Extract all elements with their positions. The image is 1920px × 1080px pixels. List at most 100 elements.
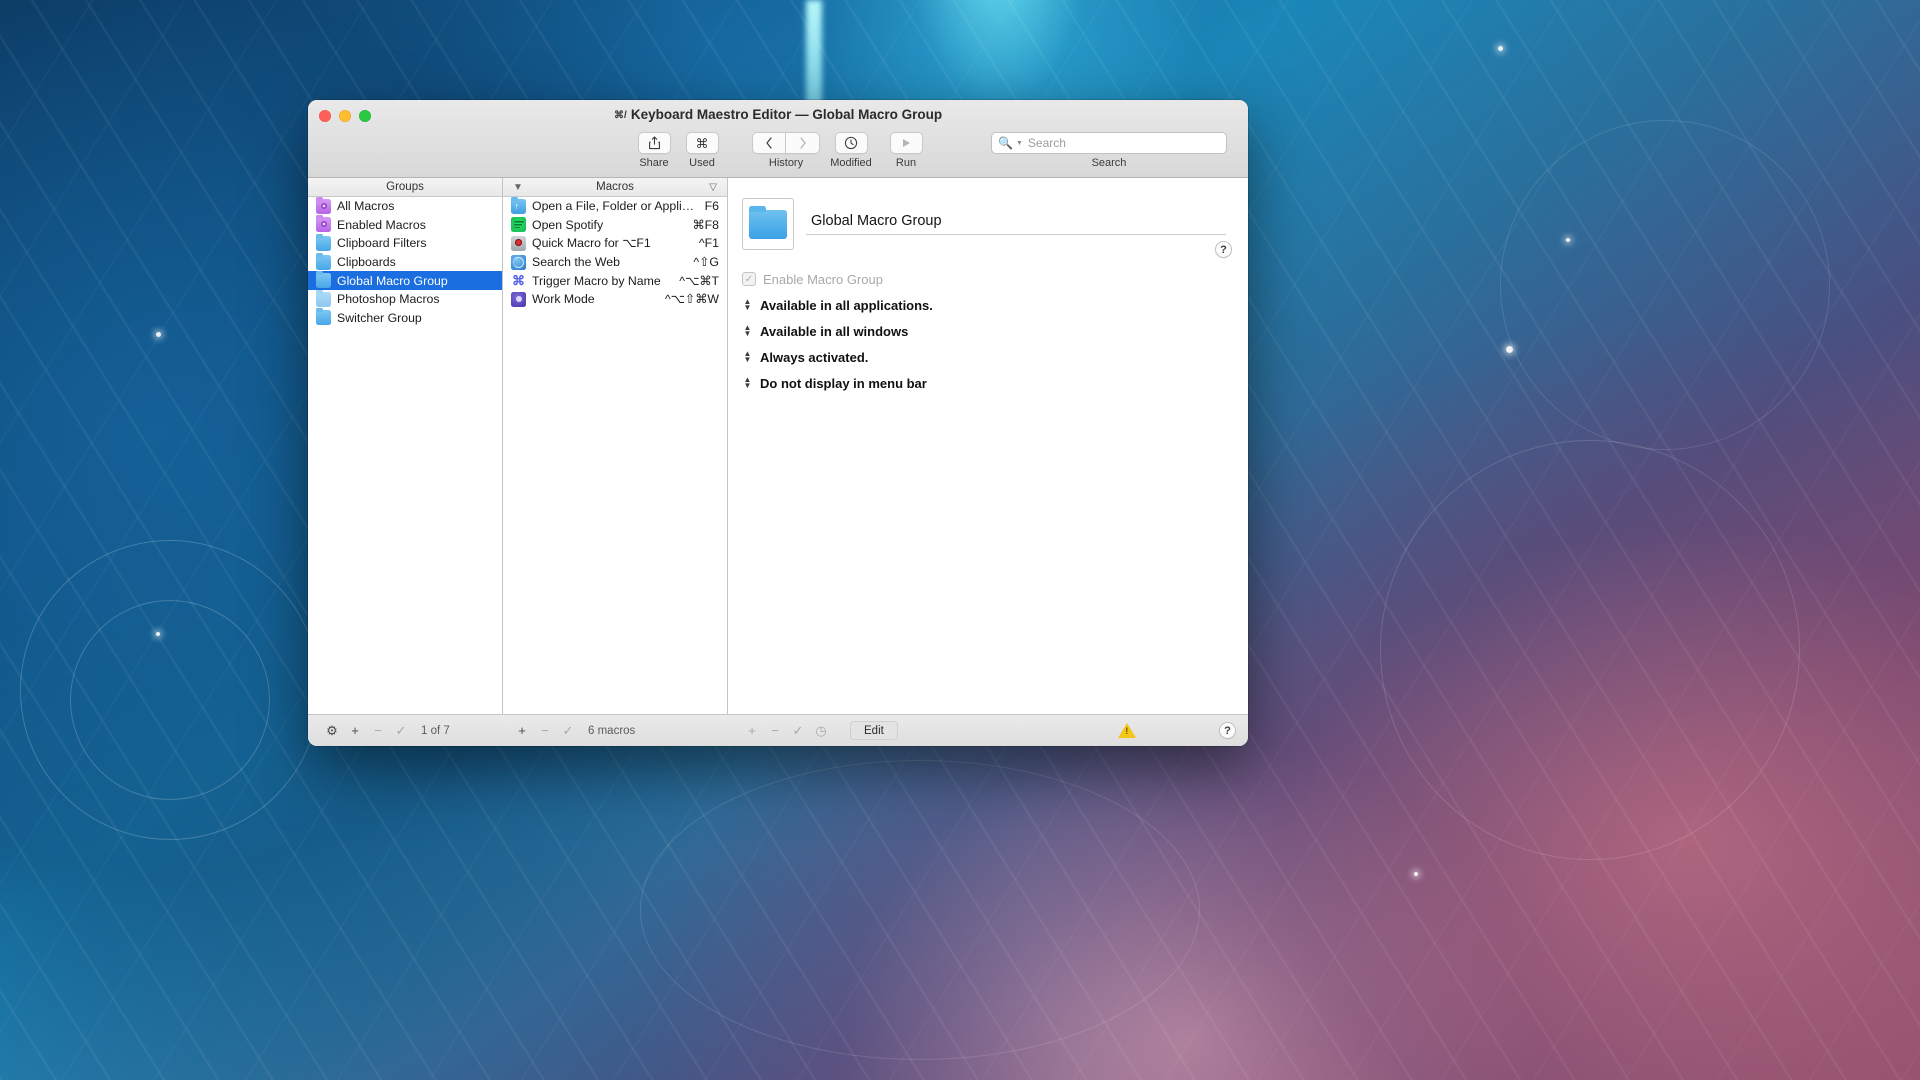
macros-column-header[interactable]: ▼ Macros ▽: [503, 178, 727, 197]
detail-controls: + − ✓ ◷ Edit: [728, 715, 1248, 746]
toolbar-share-button[interactable]: Share: [630, 132, 678, 169]
gear-icon[interactable]: ⚙: [326, 724, 338, 737]
blue-folder-icon: [316, 236, 331, 251]
groups-count-label: 1 of 7: [421, 725, 450, 737]
search-icon: 🔍: [998, 137, 1013, 149]
sort-descending-icon[interactable]: ▽: [709, 182, 717, 193]
command-icon: ⌘: [511, 273, 526, 288]
back-forward-icon: [752, 132, 820, 154]
group-row-enabled-macros[interactable]: Enabled Macros: [308, 216, 502, 235]
wallpaper-dot: [1498, 46, 1503, 51]
remove-action-button[interactable]: −: [769, 724, 781, 737]
macro-label: Work Mode: [532, 292, 595, 306]
sort-ascending-icon[interactable]: ▼: [513, 182, 523, 193]
edit-button[interactable]: Edit: [850, 721, 898, 740]
option-label: Always activated.: [760, 350, 868, 365]
macro-shortcut: ^⌥⌘T: [679, 274, 719, 288]
option-label: Enable Macro Group: [763, 272, 883, 287]
wallpaper-ring: [70, 600, 270, 800]
remove-group-button[interactable]: −: [372, 724, 384, 737]
macro-row-search-the-web[interactable]: Search the Web ^⇧G: [503, 253, 727, 272]
folder-arrow-icon: [511, 199, 526, 214]
macro-label: Open Spotify: [532, 218, 603, 232]
detail-help-button[interactable]: ?: [1215, 241, 1232, 258]
wallpaper-dot: [1506, 346, 1513, 353]
groups-column-header[interactable]: Groups: [308, 178, 502, 197]
clock-icon: [835, 132, 868, 154]
group-name-input[interactable]: [806, 210, 1226, 235]
group-label: Switcher Group: [337, 311, 422, 325]
checkbox-icon[interactable]: ✓: [742, 272, 756, 286]
macro-label: Search the Web: [532, 255, 620, 269]
group-row-clipboard-filters[interactable]: Clipboard Filters: [308, 234, 502, 253]
toolbar-modified-label: Modified: [830, 157, 872, 169]
macro-row-open-spotify[interactable]: Open Spotify ⌘F8: [503, 216, 727, 235]
stepper-icon[interactable]: ▲▼: [742, 351, 753, 363]
macros-column: ▼ Macros ▽ Open a File, Folder or Applic…: [503, 178, 728, 714]
macro-shortcut: ^⇧G: [693, 255, 719, 269]
purple-folder-icon: [316, 199, 331, 214]
toolbar-run-label: Run: [896, 157, 916, 169]
option-available-in-all-windows[interactable]: ▲▼ Available in all windows: [742, 318, 1248, 344]
keyboard-maestro-window: ⌘/ Keyboard Maestro Editor — Global Macr…: [308, 100, 1248, 746]
macro-shortcut: F6: [705, 199, 719, 213]
window-titlebar: ⌘/ Keyboard Maestro Editor — Global Macr…: [308, 100, 1248, 178]
macro-row-trigger-macro-by-name[interactable]: ⌘ Trigger Macro by Name ^⌥⌘T: [503, 271, 727, 290]
option-do-not-display-in-menu-bar[interactable]: ▲▼ Do not display in menu bar: [742, 370, 1248, 396]
toolbar-search-group: 🔍 ▼ Search: [990, 132, 1228, 169]
spotify-icon: [511, 217, 526, 232]
groups-controls: ⚙ + − ✓ 1 of 7: [308, 715, 503, 746]
add-macro-button[interactable]: +: [516, 724, 528, 737]
group-label: Global Macro Group: [337, 274, 448, 288]
stepper-icon[interactable]: ▲▼: [742, 299, 753, 311]
command-icon: ⌘: [686, 132, 719, 154]
stepper-icon[interactable]: ▲▼: [742, 377, 753, 389]
groups-list[interactable]: All Macros Enabled Macros Clipboard Filt…: [308, 197, 502, 714]
toolbar-run-button[interactable]: Run: [882, 132, 930, 169]
warning-icon[interactable]: [1118, 723, 1136, 738]
group-label: Photoshop Macros: [337, 292, 440, 306]
toolbar-modified-button[interactable]: Modified: [820, 132, 882, 169]
remove-macro-button[interactable]: −: [539, 724, 551, 737]
group-row-switcher-group[interactable]: Switcher Group: [308, 309, 502, 328]
group-label: Clipboards: [337, 255, 396, 269]
add-group-button[interactable]: +: [349, 724, 361, 737]
macros-list[interactable]: Open a File, Folder or Application F6 Op…: [503, 197, 727, 714]
toolbar-history-control[interactable]: History: [752, 132, 820, 169]
history-back-button[interactable]: [752, 132, 786, 154]
group-row-clipboards[interactable]: Clipboards: [308, 253, 502, 272]
help-button[interactable]: ?: [1219, 722, 1236, 739]
groups-header-label: Groups: [386, 181, 424, 193]
group-row-all-macros[interactable]: All Macros: [308, 197, 502, 216]
wallpaper-dot: [1414, 872, 1418, 876]
option-enable-macro-group[interactable]: ✓ Enable Macro Group: [742, 266, 1248, 292]
enable-action-button[interactable]: ✓: [792, 724, 804, 737]
toolbar-used-button[interactable]: ⌘ Used: [678, 132, 726, 169]
macro-row-quick-macro[interactable]: Quick Macro for ⌥F1 ^F1: [503, 234, 727, 253]
work-icon: [511, 292, 526, 307]
blue-folder-dim-icon: [316, 292, 331, 307]
window-body: Groups All Macros Enabled Macros Clipboa…: [308, 178, 1248, 714]
enable-group-button[interactable]: ✓: [395, 724, 407, 737]
macro-row-open-a-file[interactable]: Open a File, Folder or Application F6: [503, 197, 727, 216]
blue-folder-icon: [316, 255, 331, 270]
app-icon: ⌘/: [614, 109, 627, 122]
search-input[interactable]: [1028, 136, 1220, 150]
detail-pane: ✓ Enable Macro Group ▲▼ Available in all…: [728, 178, 1248, 714]
group-row-global-macro-group[interactable]: Global Macro Group: [308, 271, 502, 290]
clock-icon[interactable]: ◷: [815, 724, 827, 737]
group-icon-well[interactable]: [742, 198, 794, 250]
blue-folder-icon: [316, 310, 331, 325]
stepper-icon[interactable]: ▲▼: [742, 325, 753, 337]
option-available-in-all-applications[interactable]: ▲▼ Available in all applications.: [742, 292, 1248, 318]
chevron-down-icon[interactable]: ▼: [1016, 140, 1023, 147]
search-field[interactable]: 🔍 ▼: [991, 132, 1227, 154]
enable-macro-button[interactable]: ✓: [562, 724, 574, 737]
group-row-photoshop-macros[interactable]: Photoshop Macros: [308, 290, 502, 309]
group-header: [742, 198, 1248, 250]
detail-inner: ✓ Enable Macro Group ▲▼ Available in all…: [728, 178, 1248, 714]
add-action-button[interactable]: +: [746, 724, 758, 737]
option-always-activated[interactable]: ▲▼ Always activated.: [742, 344, 1248, 370]
history-forward-button[interactable]: [786, 132, 820, 154]
macro-row-work-mode[interactable]: Work Mode ^⌥⇧⌘W: [503, 290, 727, 309]
